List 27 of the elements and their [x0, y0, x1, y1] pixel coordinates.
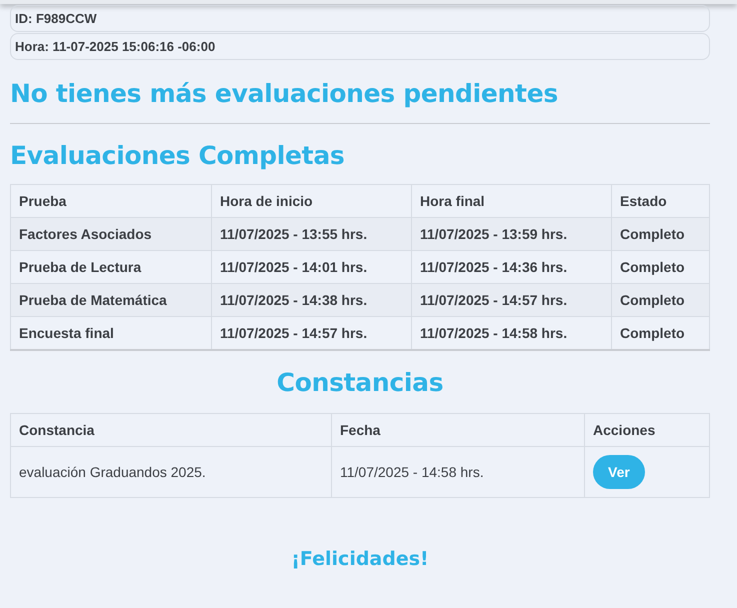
table-cell: Completo [612, 316, 710, 350]
table-cell: Completo [612, 284, 710, 316]
column-header: Fecha [332, 414, 584, 446]
table-cell: 11/07/2025 - 14:38 hrs. [212, 284, 412, 316]
column-header: Prueba [10, 184, 212, 218]
table-cell: evaluación Graduandos 2025. [10, 446, 332, 498]
table-cell: Completo [612, 218, 710, 250]
view-button[interactable]: Ver [593, 455, 645, 489]
column-header: Acciones [584, 414, 710, 446]
section-heading: Constancias [276, 368, 444, 397]
table-cell: 11/07/2025 - 14:58 hrs. [412, 316, 612, 350]
table-cell: Prueba de Matemática [10, 284, 212, 316]
section-heading: Evaluaciones Completas [10, 141, 346, 170]
column-header: Hora de inicio [212, 184, 412, 218]
table-cell: 11/07/2025 - 14:57 hrs. [212, 316, 412, 350]
table-cell: 11/07/2025 - 13:59 hrs. [412, 218, 612, 250]
info-box: Hora: 11-07-2025 15:06:16 -06:00 [10, 33, 710, 60]
congratulations-text: ¡Felicidades! [290, 548, 430, 570]
table-cell: Factores Asociados [10, 218, 212, 250]
column-header: Constancia [10, 414, 332, 446]
table-cell: Encuesta final [10, 316, 212, 350]
table-cell: 11/07/2025 - 14:58 hrs. [332, 446, 584, 498]
column-header: Hora final [412, 184, 612, 218]
table-cell: 11/07/2025 - 14:57 hrs. [412, 284, 612, 316]
pending-heading: No tienes más evaluaciones pendientes [10, 79, 559, 108]
info-box: ID: F989CCW [10, 5, 710, 32]
table-cell: 11/07/2025 - 13:55 hrs. [212, 218, 412, 250]
